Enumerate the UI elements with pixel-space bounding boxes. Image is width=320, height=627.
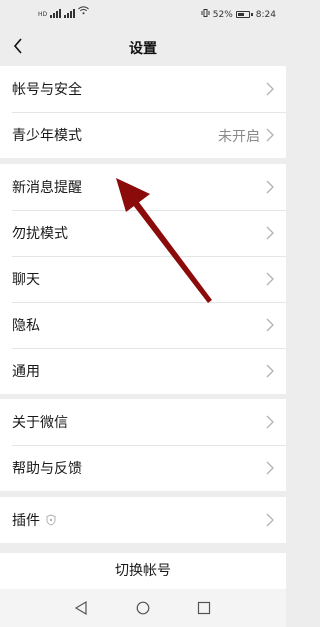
nav-bar: 设置 <box>0 30 286 64</box>
settings-item-label: 帐号与安全 <box>12 82 82 98</box>
signal-2-icon <box>64 9 76 18</box>
settings-item-about-wechat[interactable]: 关于微信 <box>0 399 286 445</box>
settings-item-label: 聊天 <box>12 272 40 288</box>
battery-icon <box>235 11 250 18</box>
shield-icon <box>46 514 56 526</box>
settings-item-general[interactable]: 通用 <box>0 348 286 394</box>
settings-item-label: 新消息提醒 <box>12 180 82 196</box>
settings-item-account-security[interactable]: 帐号与安全 <box>0 66 286 112</box>
teen-mode-status: 未开启 <box>218 129 260 145</box>
chevron-right-icon <box>266 272 274 286</box>
settings-item-label: 插件 <box>12 513 40 529</box>
signal-indicators: HD <box>38 6 89 18</box>
status-right: 52% 8:24 <box>201 9 276 20</box>
chevron-right-icon <box>266 180 274 194</box>
settings-item-label: 帮助与反馈 <box>12 461 82 477</box>
battery-tip <box>250 13 253 16</box>
settings-group-about: 关于微信 帮助与反馈 <box>0 399 286 491</box>
chevron-right-icon <box>266 364 274 378</box>
chevron-right-icon <box>266 513 274 527</box>
switch-account-button[interactable]: 切换帐号 <box>0 553 286 589</box>
settings-item-help-feedback[interactable]: 帮助与反馈 <box>0 445 286 491</box>
vibrate-icon <box>201 9 210 20</box>
square-recent-icon[interactable] <box>195 599 213 617</box>
settings-group-plugins: 插件 <box>0 497 286 543</box>
settings-item-chat[interactable]: 聊天 <box>0 256 286 302</box>
clock: 8:24 <box>255 9 276 20</box>
triangle-back-icon[interactable] <box>72 599 90 617</box>
system-nav-bar <box>0 589 286 627</box>
settings-item-label: 隐私 <box>12 318 40 334</box>
chevron-right-icon <box>266 318 274 332</box>
settings-item-privacy[interactable]: 隐私 <box>0 302 286 348</box>
circle-home-icon[interactable] <box>134 599 152 617</box>
settings-item-label: 关于微信 <box>12 415 68 431</box>
settings-item-label: 通用 <box>12 364 40 380</box>
status-bar: HD 52% 8:24 <box>0 0 286 30</box>
settings-item-new-message-alerts[interactable]: 新消息提醒 <box>0 164 286 210</box>
settings-item-plugins[interactable]: 插件 <box>0 497 286 543</box>
page-title: 设置 <box>129 41 157 57</box>
settings-item-do-not-disturb[interactable]: 勿扰模式 <box>0 210 286 256</box>
wifi-icon <box>78 6 89 18</box>
settings-item-label: 勿扰模式 <box>12 226 68 242</box>
settings-group-general: 新消息提醒 勿扰模式 聊天 隐私 通用 <box>0 164 286 394</box>
battery-percent: 52% <box>212 9 233 20</box>
chevron-right-icon <box>266 226 274 240</box>
chevron-right-icon <box>266 415 274 429</box>
settings-group-account: 帐号与安全 青少年模式 未开启 <box>0 66 286 158</box>
chevron-right-icon <box>266 128 274 142</box>
settings-item-teen-mode[interactable]: 青少年模式 未开启 <box>0 112 286 158</box>
chevron-right-icon <box>266 82 274 96</box>
hd-icon: HD <box>38 11 48 18</box>
signal-1-icon <box>50 9 62 18</box>
settings-item-label: 青少年模式 <box>12 128 82 144</box>
chevron-right-icon <box>266 461 274 475</box>
